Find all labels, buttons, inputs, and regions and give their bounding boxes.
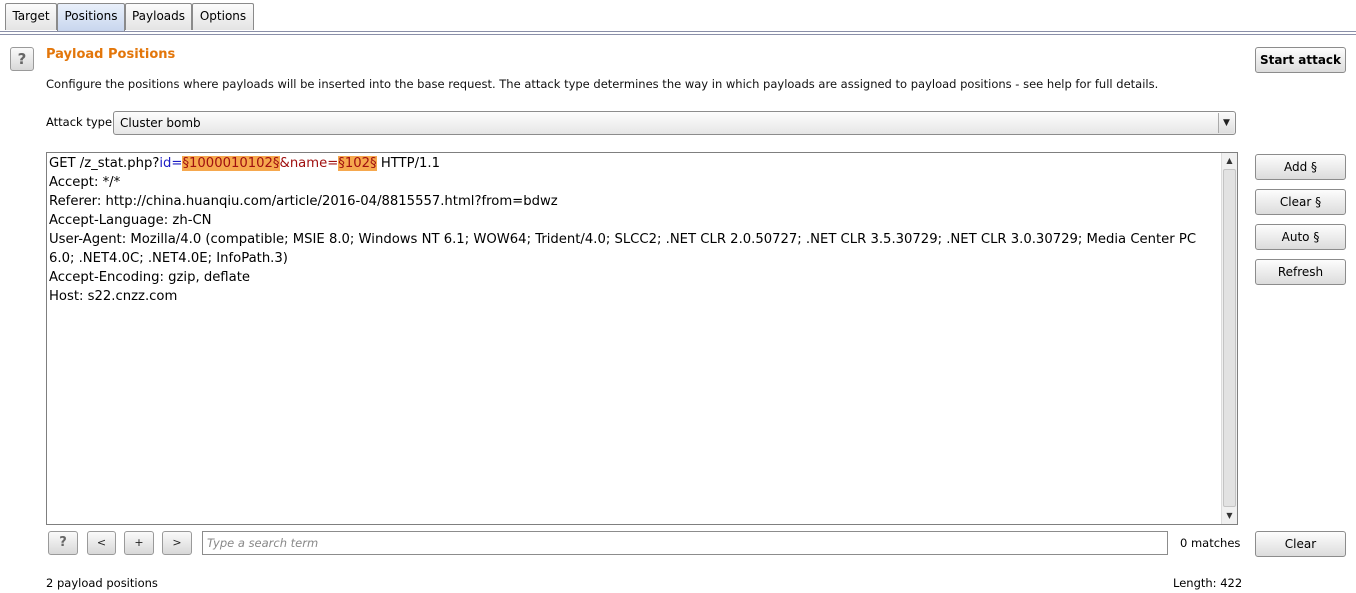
search-next-button[interactable]: > bbox=[162, 531, 192, 555]
attack-type-select[interactable]: Cluster bomb ▼ bbox=[113, 111, 1236, 135]
tab-payloads[interactable]: Payloads bbox=[125, 3, 192, 30]
request-editor[interactable]: GET /z_stat.php?id=§1000010102§&name=§10… bbox=[46, 152, 1238, 525]
header-user-agent: User-Agent: Mozilla/4.0 (compatible; MSI… bbox=[49, 232, 1201, 266]
header-accept-encoding: Accept-Encoding: gzip, deflate bbox=[49, 270, 250, 285]
request-line: GET /z_stat.php?id=§1000010102§&name=§10… bbox=[49, 154, 1219, 173]
attack-type-label: Attack type: bbox=[46, 115, 116, 129]
search-previous-button[interactable]: < bbox=[87, 531, 116, 555]
header-accept-language: Accept-Language: zh-CN bbox=[49, 213, 212, 228]
header-host: Host: s22.cnzz.com bbox=[49, 289, 178, 304]
payload-position-id[interactable]: §1000010102§ bbox=[182, 156, 280, 171]
add-payload-marker-button[interactable]: Add § bbox=[1255, 154, 1346, 180]
search-help-icon[interactable]: ? bbox=[48, 531, 78, 555]
auto-payload-markers-button[interactable]: Auto § bbox=[1255, 224, 1346, 250]
tab-positions[interactable]: Positions bbox=[57, 3, 125, 31]
payload-position-name[interactable]: §102§ bbox=[338, 156, 377, 171]
tab-options[interactable]: Options bbox=[192, 3, 254, 30]
param-name: &name= bbox=[279, 156, 339, 171]
header-referer: Referer: http://china.huanqiu.com/articl… bbox=[49, 194, 558, 209]
attack-type-value: Cluster bomb bbox=[120, 116, 201, 130]
param-id: id= bbox=[159, 156, 183, 171]
header-accept: Accept: */* bbox=[49, 175, 121, 190]
page-title: Payload Positions bbox=[46, 47, 176, 62]
clear-payload-markers-button[interactable]: Clear § bbox=[1255, 189, 1346, 215]
refresh-button[interactable]: Refresh bbox=[1255, 259, 1346, 285]
request-protocol: HTTP/1.1 bbox=[376, 156, 440, 171]
help-icon[interactable]: ? bbox=[10, 47, 34, 71]
start-attack-button[interactable]: Start attack bbox=[1255, 47, 1346, 73]
request-length: Length: 422 bbox=[1173, 576, 1243, 590]
request-method-path: GET /z_stat.php? bbox=[49, 156, 160, 171]
tab-bar: Target Positions Payloads Options bbox=[0, 0, 1356, 35]
search-options-button[interactable]: + bbox=[124, 531, 154, 555]
clear-search-button[interactable]: Clear bbox=[1255, 531, 1346, 557]
request-text[interactable]: GET /z_stat.php?id=§1000010102§&name=§10… bbox=[49, 154, 1219, 306]
scroll-up-icon[interactable]: ▲ bbox=[1222, 153, 1237, 169]
payload-positions-count: 2 payload positions bbox=[46, 576, 158, 590]
search-matches: 0 matches bbox=[1180, 536, 1241, 550]
scroll-thumb[interactable] bbox=[1223, 169, 1236, 507]
editor-scrollbar[interactable]: ▲ ▼ bbox=[1221, 153, 1237, 524]
chevron-down-icon[interactable]: ▼ bbox=[1218, 113, 1234, 133]
scroll-down-icon[interactable]: ▼ bbox=[1222, 508, 1237, 524]
page-description: Configure the positions where payloads w… bbox=[46, 77, 1159, 91]
tab-target[interactable]: Target bbox=[5, 3, 57, 30]
search-input[interactable] bbox=[202, 531, 1168, 555]
